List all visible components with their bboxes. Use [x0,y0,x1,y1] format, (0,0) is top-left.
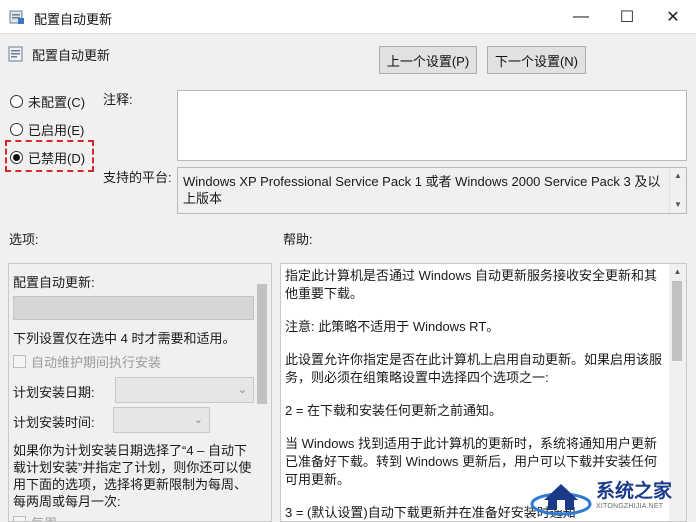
configure-updates-dropdown [13,296,254,320]
maximize-button[interactable]: ☐ [604,0,650,34]
radio-label: 未配置(C) [28,94,86,110]
radio-not-configured[interactable]: 未配置(C) [10,91,85,111]
policy-setting-icon [8,46,23,62]
install-day-select: ⌄ [115,377,254,403]
radio-enabled[interactable]: 已启用(E) [10,119,84,139]
supported-platform-text: Windows XP Professional Service Pack 1 或… [183,174,661,206]
scroll-down-icon[interactable]: ▼ [670,197,686,212]
minimize-icon: — [573,8,589,25]
help-paragraph: 指定此计算机是否通过 Windows 自动更新服务接收安全更新和其他重要下载。 [285,268,657,301]
radio-circle[interactable] [10,94,23,108]
selection-highlight [5,140,94,172]
help-paragraph: 2 = 在下载和安装任何更新之前通知。 [285,403,503,418]
weekly-label: 每周 [31,513,57,521]
options-note: 下列设置仅在选中 4 时才需要和适用。 [13,331,236,346]
configure-updates-label: 配置自动更新: [13,275,95,290]
close-button[interactable]: ✕ [650,0,696,34]
policy-app-icon [9,10,24,24]
chevron-down-icon: ⌄ [193,414,203,426]
policy-name: 配置自动更新 [32,47,111,63]
window-title: 配置自动更新 [34,12,113,27]
watermark: 系统之家 XITONGZHIJIA.NET [530,468,696,522]
comment-textarea[interactable] [177,90,687,161]
options-scrollbar[interactable] [254,264,271,521]
watermark-brand: 系统之家 [596,480,673,502]
radio-label: 已启用(E) [28,122,85,138]
help-paragraph: 注意: 此策略不适用于 Windows RT。 [285,319,500,334]
install-time-label: 计划安装时间: [13,415,95,430]
scroll-up-icon[interactable]: ▲ [670,168,686,183]
title-bar: 配置自动更新 — ☐ ✕ [0,0,696,34]
platform-scrollbar[interactable]: ▲ ▼ [669,168,686,213]
supported-platform-box: Windows XP Professional Service Pack 1 或… [177,167,687,214]
minimize-button[interactable]: — [558,0,604,34]
weekly-checkbox-row: 每周 [13,513,57,521]
maintenance-install-checkbox-row: 自动维护期间执行安装 [13,352,161,371]
house-logo-icon [530,484,592,516]
supported-platform-label: 支持的平台: [103,170,172,185]
close-icon: ✕ [666,9,680,26]
help-paragraph: 此设置允许你指定是否在此计算机上启用自动更新。如果启用该服务，则必须在组策略设置… [285,352,663,385]
install-day-label: 计划安装日期: [13,385,95,400]
options-heading: 选项: [9,232,39,247]
next-setting-button[interactable]: 下一个设置(N) [487,46,586,74]
help-heading: 帮助: [283,232,313,247]
scroll-up-icon[interactable]: ▲ [669,264,686,280]
options-pane: 配置自动更新: 下列设置仅在选中 4 时才需要和适用。 自动维护期间执行安装 计… [8,263,272,522]
help-scroll-thumb[interactable] [672,281,682,361]
weekly-checkbox [13,516,26,521]
install-time-select: ⌄ [113,407,210,433]
chevron-down-icon: ⌄ [237,384,247,396]
options-scroll-thumb[interactable] [257,284,267,404]
comment-label: 注释: [103,92,133,107]
maintenance-install-label: 自动维护期间执行安装 [31,355,162,370]
schedule-description: 如果你为计划安装日期选择了“4 – 自动下载计划安装”并指定了计划，则你还可以使… [13,443,252,509]
maintenance-install-checkbox [13,355,26,368]
radio-circle[interactable] [10,122,23,136]
maximize-icon: ☐ [619,9,635,26]
policy-header: 配置自动更新 [8,44,110,64]
watermark-text: 系统之家 XITONGZHIJIA.NET [596,481,672,510]
watermark-domain: XITONGZHIJIA.NET [596,502,664,510]
previous-setting-button[interactable]: 上一个设置(P) [379,46,477,74]
